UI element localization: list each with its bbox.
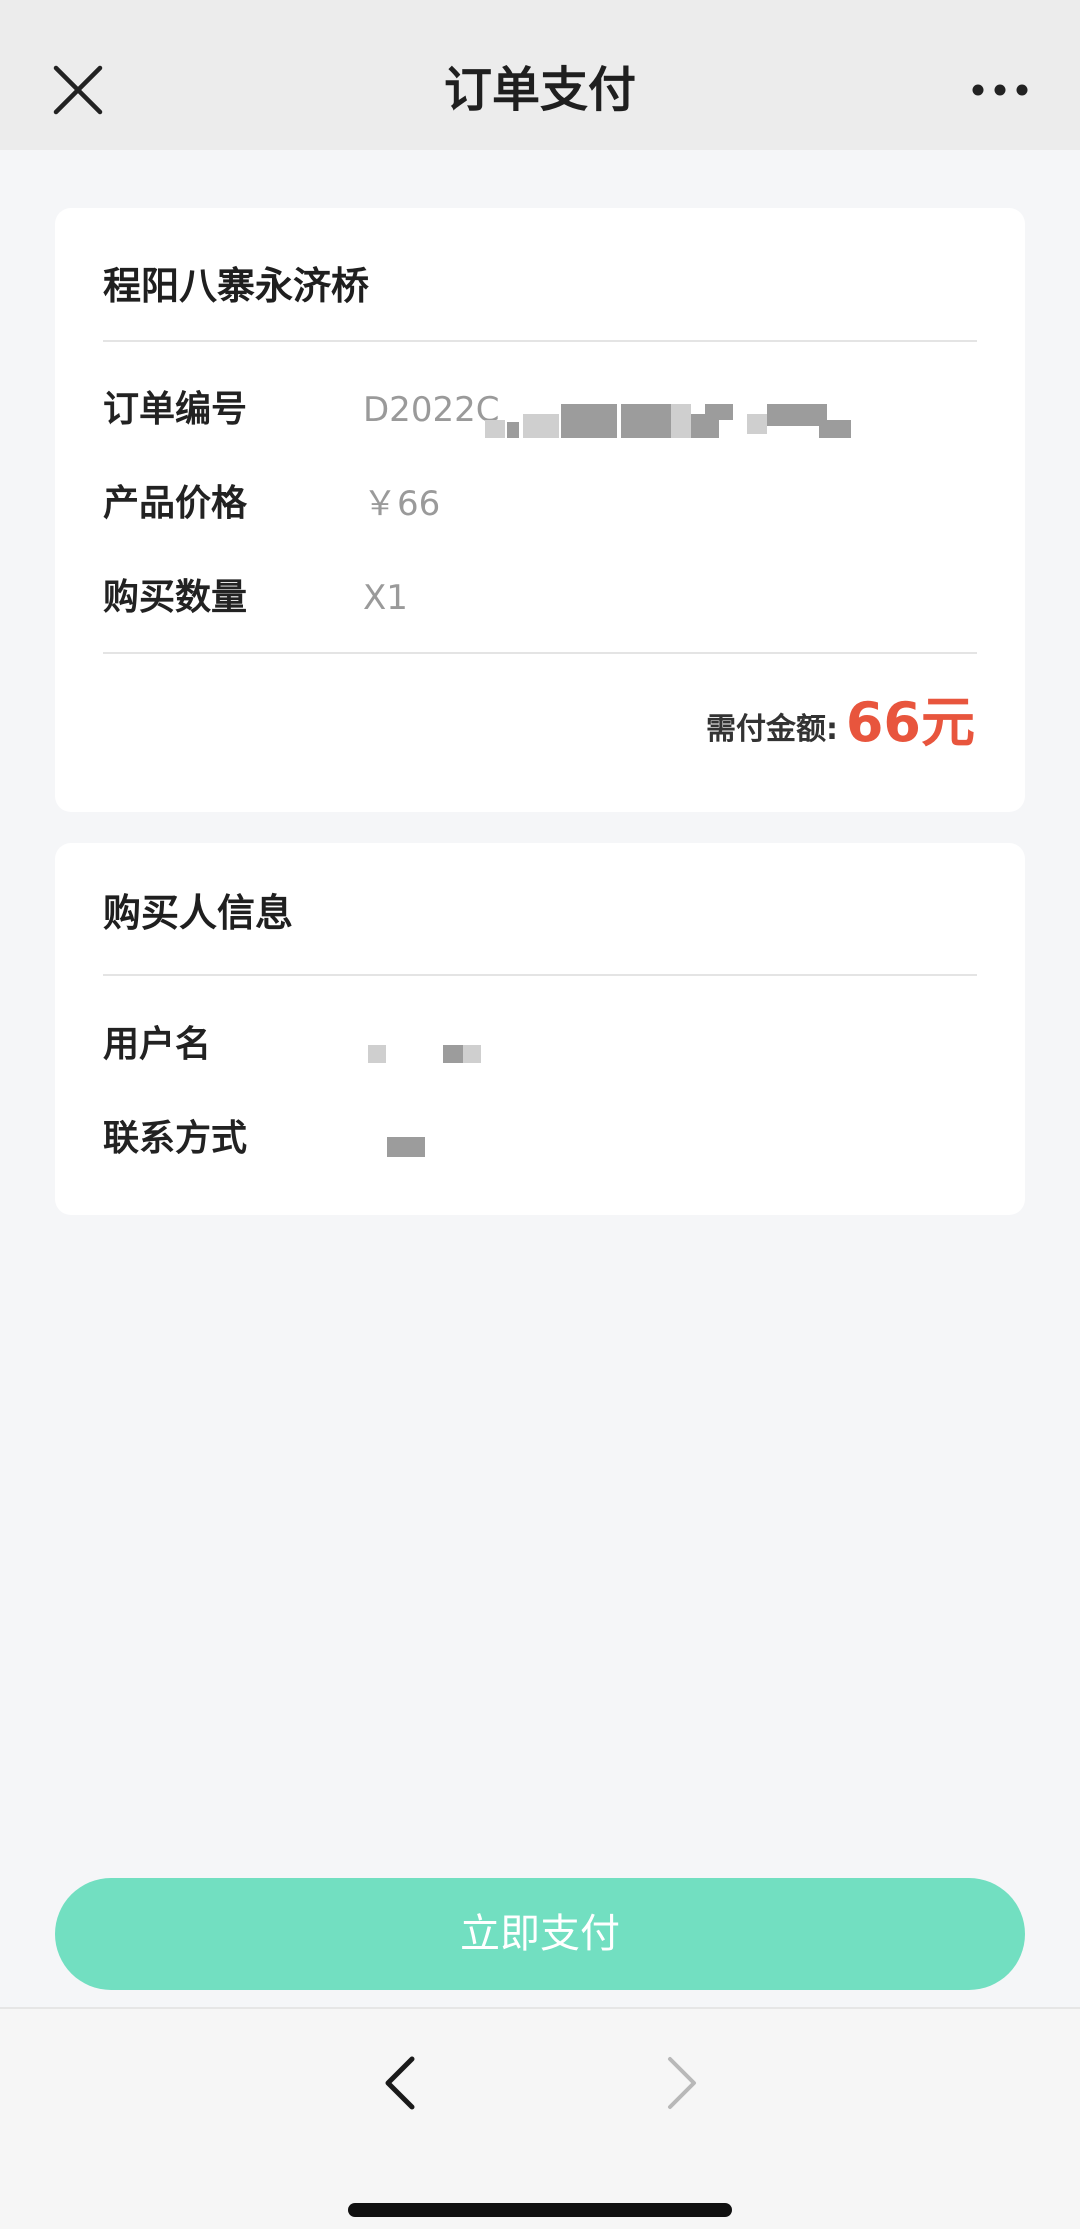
- redaction-mask: [485, 420, 505, 438]
- contact-redaction: [387, 1137, 425, 1157]
- redaction-mask: [747, 414, 767, 434]
- redaction-mask: [819, 420, 851, 438]
- redaction-mask: [621, 404, 677, 438]
- total-label: 需付金额:: [706, 712, 838, 747]
- product-name: 程阳八寨永济桥: [103, 264, 370, 308]
- buyer-section-title: 购买人信息: [103, 891, 294, 935]
- order-number-value: D2022C: [363, 390, 500, 430]
- page-title: 订单支付: [443, 62, 636, 118]
- order-number-label: 订单编号: [103, 389, 248, 430]
- chevron-right-icon[interactable]: [660, 2051, 704, 2115]
- divider: [103, 652, 977, 654]
- username-redaction: [443, 1045, 463, 1063]
- redaction-mask: [561, 404, 617, 438]
- username-redaction: [463, 1045, 481, 1063]
- home-indicator: [348, 2203, 732, 2217]
- pay-now-button[interactable]: 立即支付: [55, 1878, 1025, 1990]
- username-label: 用户名: [103, 1024, 212, 1065]
- more-dots-icon[interactable]: [972, 80, 1028, 100]
- top-nav-bar: 订单支付: [0, 0, 1080, 150]
- product-price-label: 产品价格: [103, 483, 248, 524]
- divider: [103, 974, 977, 976]
- redaction-mask: [507, 422, 519, 438]
- contact-label: 联系方式: [103, 1118, 248, 1159]
- divider: [103, 340, 977, 342]
- bottom-nav-bar: [0, 2007, 1080, 2229]
- order-card: 程阳八寨永济桥 订单编号 D2022C 产品价格 ￥66 购买数量 X1 需付金…: [55, 208, 1025, 812]
- product-price-value: ￥66: [363, 484, 441, 524]
- quantity-value: X1: [363, 578, 408, 618]
- redaction-mask: [523, 414, 559, 438]
- redaction-mask: [671, 404, 691, 438]
- total-amount: 66元: [845, 691, 975, 754]
- quantity-label: 购买数量: [103, 577, 248, 618]
- buyer-card: 购买人信息 用户名 联系方式: [55, 843, 1025, 1215]
- redaction-mask: [767, 404, 827, 426]
- chevron-left-icon[interactable]: [378, 2051, 422, 2115]
- redaction-mask: [705, 404, 733, 420]
- username-redaction: [368, 1045, 386, 1063]
